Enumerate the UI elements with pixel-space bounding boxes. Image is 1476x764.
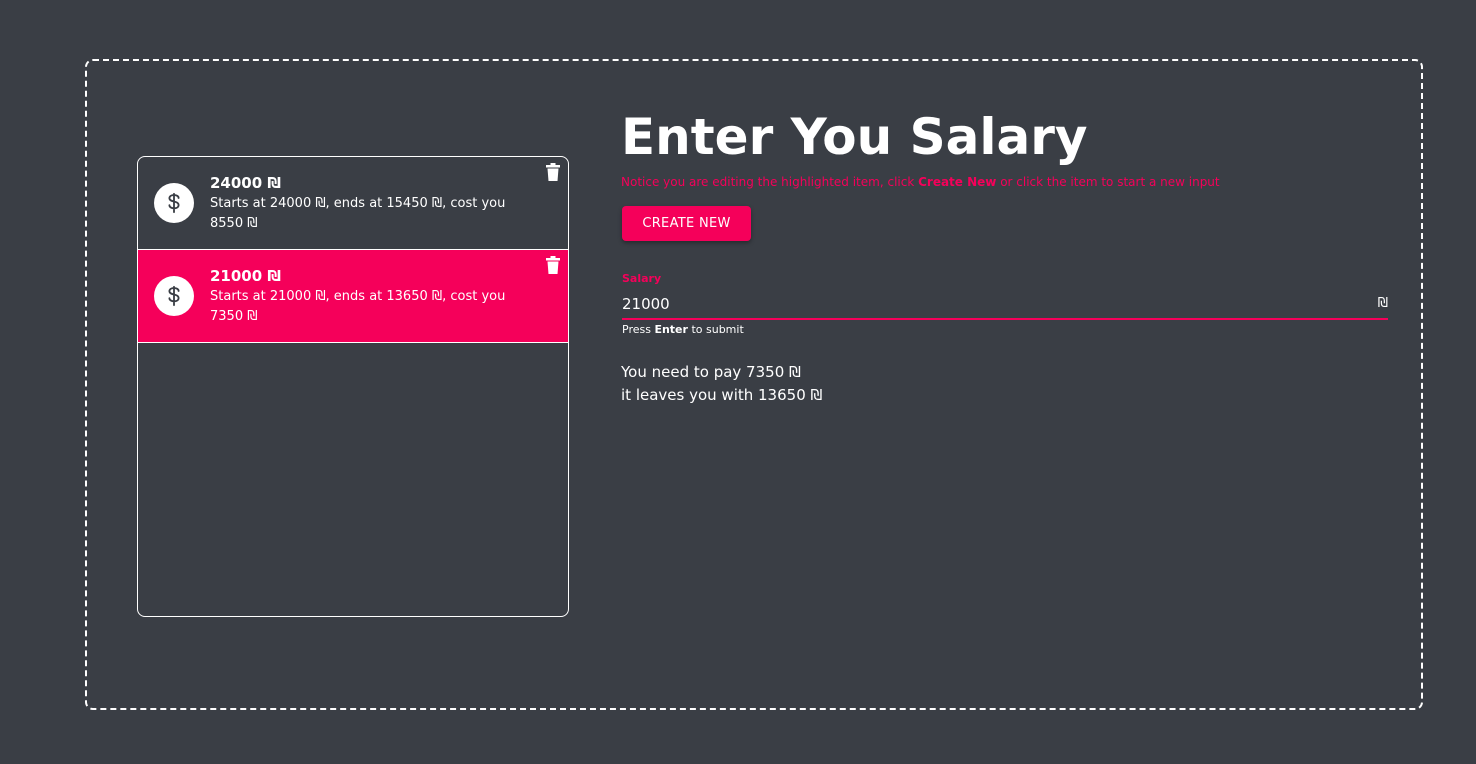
salary-result: You need to pay 7350 ₪ it leaves you wit… xyxy=(621,361,822,407)
salary-input[interactable] xyxy=(622,292,1362,316)
salary-helper-text: Press Enter to submit xyxy=(622,322,744,337)
currency-suffix: ₪ xyxy=(1377,296,1388,311)
notice-create-new: Create New xyxy=(918,175,997,189)
notice-text-start: Notice you are editing the highlighted i… xyxy=(621,175,919,189)
trash-icon[interactable] xyxy=(545,163,561,181)
create-new-button[interactable]: CREATE NEW xyxy=(622,206,751,241)
salary-label: Salary xyxy=(622,272,662,285)
edit-notice: Notice you are editing the highlighted i… xyxy=(621,174,1220,190)
list-item[interactable]: 24000 ₪ Starts at 24000 ₪, ends at 15450… xyxy=(138,157,568,250)
helper-enter-key: Enter xyxy=(654,323,688,336)
pay-amount-text: You need to pay 7350 ₪ xyxy=(621,363,801,381)
trash-icon[interactable] xyxy=(545,256,561,274)
helper-text-end: to submit xyxy=(687,323,744,336)
list-item-title: 24000 ₪ xyxy=(210,174,281,192)
list-item-text: 21000 ₪ Starts at 21000 ₪, ends at 13650… xyxy=(210,265,528,327)
dollar-icon xyxy=(154,276,194,316)
list-item-highlighted[interactable]: 21000 ₪ Starts at 21000 ₪, ends at 13650… xyxy=(138,250,568,343)
list-item-description: Starts at 21000 ₪, ends at 13650 ₪, cost… xyxy=(210,289,506,324)
page-title: Enter You Salary xyxy=(621,108,1088,166)
salary-list: 24000 ₪ Starts at 24000 ₪, ends at 15450… xyxy=(137,156,569,617)
list-item-title: 21000 ₪ xyxy=(210,267,281,285)
helper-text-start: Press xyxy=(622,323,655,336)
list-item-text: 24000 ₪ Starts at 24000 ₪, ends at 15450… xyxy=(210,172,528,234)
salary-field: ₪ xyxy=(622,290,1388,320)
list-item-description: Starts at 24000 ₪, ends at 15450 ₪, cost… xyxy=(210,196,506,231)
notice-text-end: or click the item to start a new input xyxy=(996,175,1220,189)
remaining-amount-text: it leaves you with 13650 ₪ xyxy=(621,386,823,404)
dollar-icon xyxy=(154,183,194,223)
